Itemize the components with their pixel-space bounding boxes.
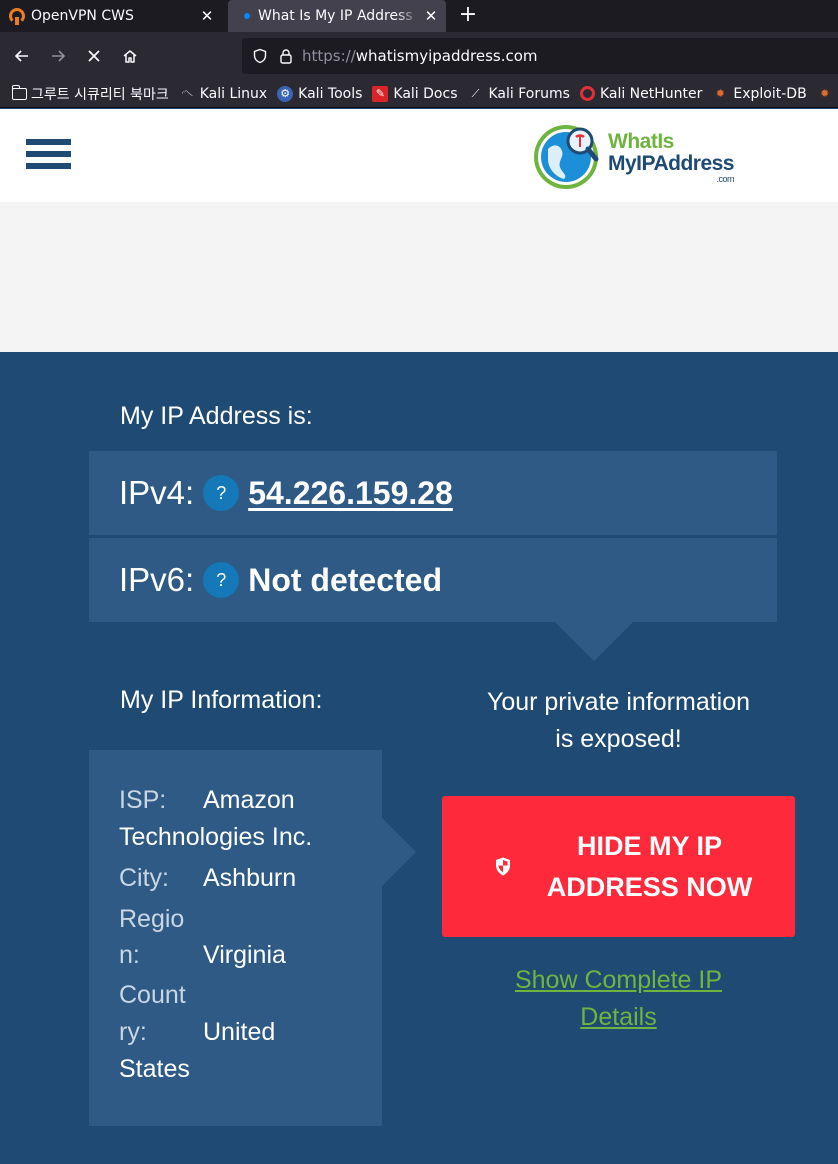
menu-bar-icon bbox=[26, 151, 71, 157]
shield-icon[interactable] bbox=[248, 48, 272, 64]
country-row: Country: United States bbox=[119, 977, 319, 1088]
hide-button-line: HIDE MY IP bbox=[576, 830, 723, 861]
ip-info-box: ISP: Amazon Technologies Inc. City: Ashbur… bbox=[89, 750, 382, 1126]
info-heading: My IP Information: bbox=[120, 686, 323, 714]
ad-placeholder bbox=[0, 202, 838, 352]
country-value-continued: States bbox=[119, 1055, 190, 1083]
url-scheme: https:// bbox=[302, 47, 356, 65]
logo-line3: .com bbox=[716, 174, 734, 184]
navigation-bar: https://whatismyipaddress.com bbox=[0, 32, 838, 80]
back-button[interactable] bbox=[6, 40, 38, 72]
menu-button[interactable] bbox=[26, 139, 71, 173]
exploit-db-icon: ✹ bbox=[715, 87, 725, 100]
url-text[interactable]: https://whatismyipaddress.com bbox=[302, 47, 538, 65]
bookmark-label: Kali Tools bbox=[298, 85, 363, 102]
folder-icon bbox=[11, 84, 27, 100]
bookmark-folder-groot[interactable]: 그루트 시큐리티 북마크 bbox=[11, 84, 169, 104]
tab-strip: OpenVPN CWS ✕ What Is My IP Address - Se… bbox=[0, 0, 838, 32]
show-complete-ip-details-link[interactable]: Show Complete IP Details bbox=[442, 962, 795, 1036]
ipv4-address-link[interactable]: 54.226.159.28 bbox=[248, 475, 453, 512]
bookmark-label: Exploit-DB bbox=[733, 85, 807, 102]
tab-whatismyip[interactable]: What Is My IP Address - Se ✕ bbox=[228, 0, 446, 32]
isp-row: ISP: Amazon Technologies Inc. bbox=[119, 782, 382, 856]
pointer-triangle bbox=[553, 620, 635, 661]
help-icon[interactable]: ? bbox=[203, 475, 240, 511]
exposed-line: is exposed! bbox=[555, 725, 682, 753]
link-line: Show Complete IP bbox=[514, 966, 723, 994]
home-button[interactable] bbox=[114, 40, 146, 72]
home-icon bbox=[123, 50, 137, 63]
ipv4-row: IPv4: ? 54.226.159.28 bbox=[89, 451, 777, 535]
ipv4-label: IPv4: bbox=[119, 474, 195, 511]
stop-icon bbox=[88, 50, 100, 62]
lock-icon[interactable] bbox=[274, 48, 298, 64]
ipv6-value: Not detected bbox=[248, 561, 442, 598]
city-value: Ashburn bbox=[203, 864, 297, 892]
site-logo[interactable]: WhatIs MyIPAddress .com bbox=[530, 119, 760, 191]
kali-dragon-icon: 〽 bbox=[179, 85, 195, 102]
globe-magnifier-icon bbox=[534, 125, 599, 189]
logo-line1: WhatIs bbox=[608, 130, 674, 153]
city-row: City: Ashburn bbox=[119, 860, 382, 897]
kali-forums-icon: ⟋ bbox=[471, 86, 480, 100]
pointer-triangle bbox=[382, 818, 416, 886]
bookmark-kali-linux[interactable]: 〽 Kali Linux bbox=[179, 86, 267, 102]
site-header: WhatIs MyIPAddress .com bbox=[0, 109, 838, 202]
nethunter-icon bbox=[579, 86, 595, 101]
isp-key: ISP: bbox=[119, 786, 167, 814]
bookmark-kali-tools[interactable]: ⚙ Kali Tools bbox=[277, 85, 363, 102]
ip-heading: My IP Address is: bbox=[120, 402, 313, 430]
hide-my-ip-button[interactable]: HIDE MY IP ADDRESS NOW bbox=[442, 796, 795, 937]
ipv6-row: IPv6: ? Not detected bbox=[89, 538, 777, 622]
country-value: United bbox=[203, 1018, 276, 1046]
stop-button[interactable] bbox=[78, 40, 110, 72]
region-value: Virginia bbox=[203, 941, 286, 969]
logo-wordmark: WhatIs MyIPAddress .com bbox=[608, 130, 735, 185]
logo-line2: MyIPAddress bbox=[608, 152, 735, 175]
country-key: Country: bbox=[119, 981, 186, 1046]
bookmarks-toolbar: 그루트 시큐리티 북마크 〽 Kali Linux ⚙ Kali Tools ✎… bbox=[0, 80, 838, 108]
hide-button-line: ADDRESS NOW bbox=[546, 871, 753, 902]
bookmark-label: Kali Docs bbox=[393, 85, 458, 102]
bookmark-kali-forums[interactable]: ⟋ Kali Forums bbox=[468, 86, 570, 102]
region-key: Region: bbox=[119, 905, 185, 969]
bookmark-kali-docs[interactable]: ✎ Kali Docs bbox=[372, 85, 458, 102]
exploit-db-icon: ✹ bbox=[820, 87, 830, 100]
region-row: Region: Virginia bbox=[119, 901, 319, 973]
close-icon[interactable]: ✕ bbox=[420, 7, 442, 25]
help-icon[interactable]: ? bbox=[203, 562, 240, 598]
openvpn-icon bbox=[9, 8, 25, 25]
ipv6-label: IPv6: bbox=[119, 561, 195, 598]
arrow-left-icon bbox=[14, 50, 28, 62]
kali-tools-icon: ⚙ bbox=[277, 85, 294, 102]
exposed-warning: Your private information is exposed! bbox=[442, 684, 795, 758]
hide-button-label: HIDE MY IP ADDRESS NOW bbox=[547, 826, 753, 908]
loading-icon bbox=[244, 13, 250, 19]
exposed-line: Your private information bbox=[486, 688, 751, 716]
city-key: City: bbox=[119, 864, 169, 892]
bookmark-label: Kali Linux bbox=[199, 85, 268, 102]
bookmark-exploit-db[interactable]: ✹ Exploit-DB bbox=[712, 85, 807, 102]
bookmark-label: Kali Forums bbox=[488, 85, 570, 102]
new-tab-button[interactable]: + bbox=[456, 0, 480, 32]
bookmark-label: Kali NetHunter bbox=[599, 85, 703, 102]
link-line: Details bbox=[580, 1003, 657, 1031]
menu-bar-icon bbox=[26, 139, 71, 145]
menu-bar-icon bbox=[26, 163, 71, 169]
ip-panel: My IP Address is: IPv4: ? 54.226.159.28 … bbox=[0, 352, 838, 1164]
shield-icon bbox=[495, 857, 510, 876]
bookmark-g[interactable]: ✹ G bbox=[817, 86, 838, 102]
url-host: whatismyipaddress.com bbox=[355, 47, 538, 65]
arrow-right-icon bbox=[52, 50, 66, 62]
close-icon[interactable]: ✕ bbox=[196, 7, 218, 25]
bookmark-kali-nethunter[interactable]: Kali NetHunter bbox=[579, 85, 703, 102]
tab-title: OpenVPN CWS bbox=[31, 8, 134, 24]
kali-docs-icon: ✎ bbox=[372, 85, 389, 102]
tab-openvpn[interactable]: OpenVPN CWS ✕ bbox=[0, 0, 222, 32]
forward-button[interactable] bbox=[42, 40, 74, 72]
bookmark-label: 그루트 시큐리티 북마크 bbox=[31, 86, 169, 103]
url-bar[interactable]: https://whatismyipaddress.com bbox=[242, 38, 838, 74]
tab-title: What Is My IP Address - Se bbox=[258, 8, 420, 24]
